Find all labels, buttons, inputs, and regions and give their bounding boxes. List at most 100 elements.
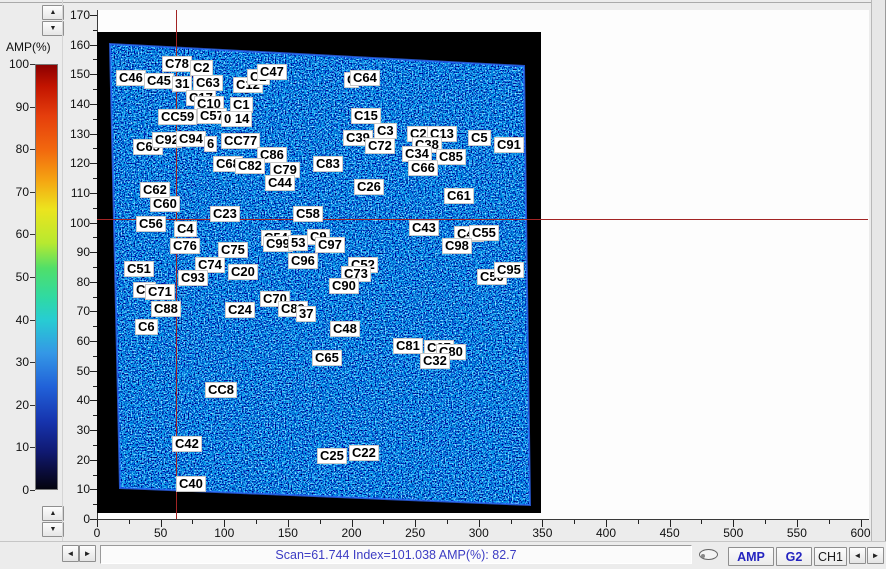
x-minor-tick bbox=[192, 520, 193, 524]
scan-label-37[interactable]: 37 bbox=[296, 306, 316, 322]
x-minor-tick bbox=[701, 520, 702, 524]
scan-label-C95[interactable]: C95 bbox=[494, 262, 524, 278]
scan-label-C72[interactable]: C72 bbox=[365, 138, 395, 154]
left-arrow-icon: ◄ bbox=[67, 550, 75, 558]
scan-label-C98[interactable]: C98 bbox=[442, 238, 472, 254]
colorbar-tick-label: 100 bbox=[3, 57, 29, 71]
x-tick-label: 250 bbox=[393, 526, 437, 540]
scan-label-C91[interactable]: C91 bbox=[494, 137, 524, 153]
scan-image[interactable] bbox=[97, 32, 541, 513]
colorbar-tick-mark bbox=[30, 447, 35, 448]
x-minor-tick bbox=[638, 520, 639, 524]
scan-label-C24[interactable]: C24 bbox=[225, 302, 255, 318]
x-tick-label: 500 bbox=[711, 526, 755, 540]
ch1-button[interactable]: CH1 bbox=[814, 547, 847, 566]
scan-label-C51[interactable]: C51 bbox=[124, 261, 154, 277]
channel-prev-button[interactable]: ◄ bbox=[849, 547, 866, 564]
scan-label-C15[interactable]: C15 bbox=[351, 108, 381, 124]
scan-label-C42[interactable]: C42 bbox=[172, 436, 202, 452]
scan-label-C43[interactable]: C43 bbox=[409, 220, 439, 236]
scan-label-C58[interactable]: C58 bbox=[293, 206, 323, 222]
scan-label-6[interactable]: 6 bbox=[204, 136, 217, 152]
scroll-left-button[interactable]: ◄ bbox=[62, 545, 79, 562]
app-window: ▲ ▼ AMP(%) 1009080706050403020100 ▲ ▼ bbox=[0, 0, 886, 568]
down-arrow-icon: ▼ bbox=[50, 25, 57, 32]
scan-label-C71[interactable]: C71 bbox=[145, 284, 175, 300]
scan-label-C83[interactable]: C83 bbox=[313, 156, 343, 172]
y-tick bbox=[90, 45, 97, 46]
y-tick-label: 40 bbox=[58, 393, 90, 407]
scan-label-C64[interactable]: C64 bbox=[350, 70, 380, 86]
amp-button[interactable]: AMP bbox=[728, 547, 774, 566]
y-minor-tick bbox=[93, 356, 97, 357]
scan-label-C81[interactable]: C81 bbox=[393, 338, 423, 354]
scan-label-C25[interactable]: C25 bbox=[317, 448, 347, 464]
scan-label-C32[interactable]: C32 bbox=[420, 353, 450, 369]
up-arrow-icon: ▲ bbox=[50, 9, 57, 16]
scan-label-C6[interactable]: C6 bbox=[135, 319, 158, 335]
y-tick bbox=[90, 193, 97, 194]
oval-indicator-icon[interactable] bbox=[699, 549, 718, 560]
scan-label-C45[interactable]: C45 bbox=[144, 73, 174, 89]
scan-label-C65[interactable]: C65 bbox=[312, 350, 342, 366]
scan-label-C2[interactable]: C2 bbox=[190, 60, 213, 76]
scan-label-CC77[interactable]: CC77 bbox=[221, 133, 260, 149]
scan-label-C3[interactable]: C3 bbox=[374, 123, 397, 139]
channel-next-button[interactable]: ► bbox=[867, 547, 884, 564]
y-tick-label: 80 bbox=[58, 275, 90, 289]
y-tick bbox=[90, 489, 97, 490]
scan-label-CC8[interactable]: CC8 bbox=[205, 382, 237, 398]
y-tick-label: 120 bbox=[58, 156, 90, 170]
y-minor-tick bbox=[93, 475, 97, 476]
scan-label-C62[interactable]: C62 bbox=[140, 182, 170, 198]
colorbar-scale-down-button[interactable]: ▼ bbox=[42, 21, 64, 36]
scan-label-C96[interactable]: C96 bbox=[288, 253, 318, 269]
scan-label-C93[interactable]: C93 bbox=[178, 270, 208, 286]
colorbar-tick-mark bbox=[30, 362, 35, 363]
y-minor-tick bbox=[93, 386, 97, 387]
scan-label-C4[interactable]: C4 bbox=[174, 221, 197, 237]
x-tick-label: 550 bbox=[775, 526, 819, 540]
scan-label-C48[interactable]: C48 bbox=[330, 321, 360, 337]
g2-button[interactable]: G2 bbox=[776, 547, 812, 566]
vertical-scrollbar-track[interactable] bbox=[871, 0, 886, 541]
scan-label-C20[interactable]: C20 bbox=[228, 264, 258, 280]
scan-label-0-14[interactable]: 0 14 bbox=[221, 111, 252, 127]
y-minor-tick bbox=[93, 267, 97, 268]
scan-label-C63[interactable]: C63 bbox=[193, 75, 223, 91]
scan-label-53[interactable]: 53 bbox=[288, 235, 308, 251]
scan-label-C94[interactable]: C94 bbox=[176, 131, 206, 147]
scan-label-C40[interactable]: C40 bbox=[176, 476, 206, 492]
scan-label-C26[interactable]: C26 bbox=[354, 179, 384, 195]
scan-label-C23[interactable]: C23 bbox=[210, 206, 240, 222]
scan-label-C66[interactable]: C66 bbox=[408, 160, 438, 176]
scan-label-C56[interactable]: C56 bbox=[136, 216, 166, 232]
scroll-right-button[interactable]: ► bbox=[79, 545, 96, 562]
scan-label-C85[interactable]: C85 bbox=[436, 149, 466, 165]
scan-label-C82[interactable]: C82 bbox=[235, 158, 265, 174]
colorbar bbox=[35, 64, 58, 490]
scan-label-C60[interactable]: C60 bbox=[150, 196, 180, 212]
scan-label-C44[interactable]: C44 bbox=[265, 175, 295, 191]
y-minor-tick bbox=[93, 237, 97, 238]
y-tick bbox=[90, 311, 97, 312]
scan-label-C55[interactable]: C55 bbox=[469, 225, 499, 241]
scan-label-C76[interactable]: C76 bbox=[170, 238, 200, 254]
colorbar-tick-label: 60 bbox=[3, 227, 29, 241]
scan-label-C78[interactable]: C78 bbox=[162, 56, 192, 72]
scan-label-C46[interactable]: C46 bbox=[116, 70, 146, 86]
scan-label-CC59[interactable]: CC59 bbox=[158, 109, 197, 125]
scan-label-C5[interactable]: C5 bbox=[468, 130, 491, 146]
scan-label-C88[interactable]: C88 bbox=[151, 301, 181, 317]
scan-label-C47[interactable]: C47 bbox=[257, 64, 287, 80]
scan-label-C22[interactable]: C22 bbox=[349, 445, 379, 461]
y-tick bbox=[90, 163, 97, 164]
y-tick bbox=[90, 430, 97, 431]
scan-label-C90[interactable]: C90 bbox=[329, 278, 359, 294]
scan-label-C61[interactable]: C61 bbox=[444, 188, 474, 204]
scan-label-C97[interactable]: C97 bbox=[315, 237, 345, 253]
y-tick-label: 90 bbox=[58, 245, 90, 259]
y-minor-tick bbox=[93, 297, 97, 298]
x-minor-tick bbox=[447, 520, 448, 524]
scan-label-C75[interactable]: C75 bbox=[218, 242, 248, 258]
